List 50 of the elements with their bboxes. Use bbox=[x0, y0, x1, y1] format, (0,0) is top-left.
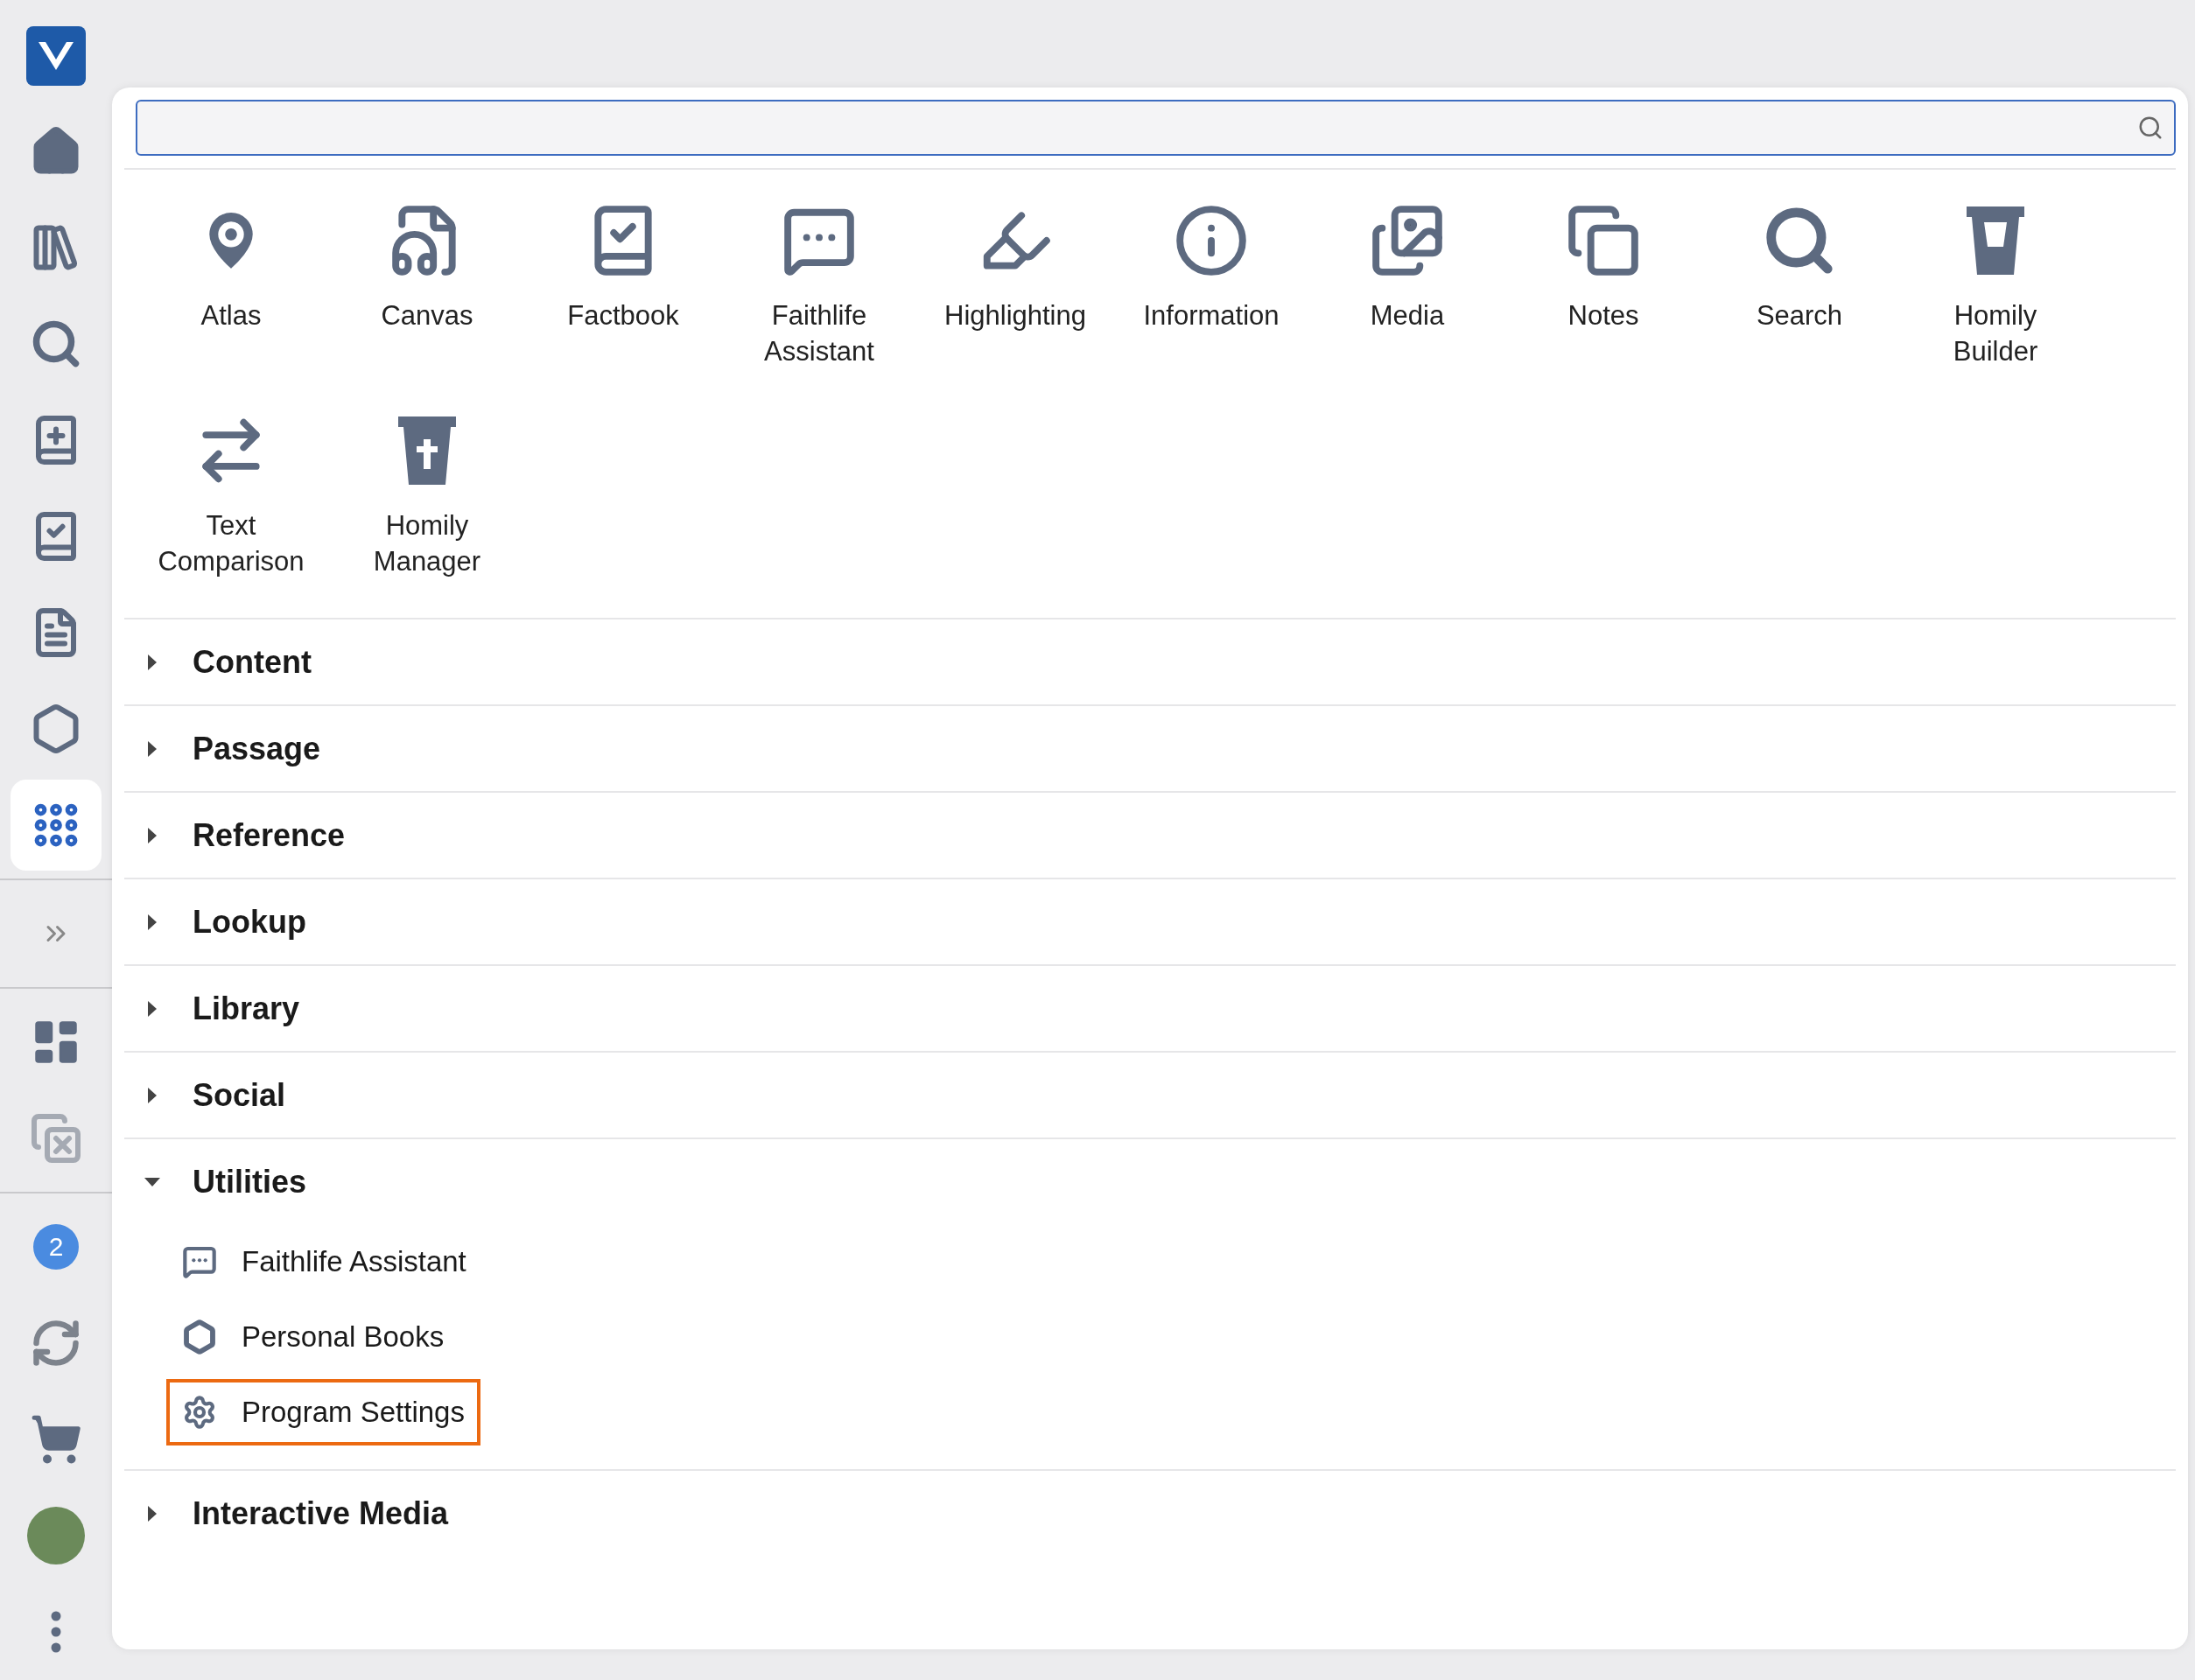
cart-icon bbox=[30, 1413, 82, 1466]
images-icon bbox=[1370, 203, 1445, 278]
tool-label: Faithlife Assistant bbox=[763, 299, 875, 368]
section-header[interactable]: Content bbox=[124, 620, 2176, 704]
tool-label: Atlas bbox=[200, 299, 262, 332]
stacked-pages-icon bbox=[1566, 203, 1641, 278]
tool-tile[interactable]: Search bbox=[1701, 203, 1897, 369]
tool-tile[interactable]: Homily Builder bbox=[1897, 203, 2093, 369]
tool-label: Text Comparison bbox=[157, 509, 305, 578]
tool-label: Media bbox=[1370, 299, 1445, 332]
tool-tile[interactable]: Atlas bbox=[133, 203, 329, 369]
search-icon bbox=[2137, 115, 2163, 141]
tool-tile[interactable]: Factbook bbox=[525, 203, 721, 369]
more-icon bbox=[51, 1611, 61, 1653]
tool-tile[interactable]: Highlighting bbox=[917, 203, 1113, 369]
tool-label: Homily Builder bbox=[1952, 299, 2039, 368]
hexagon-icon bbox=[182, 1320, 217, 1354]
section-header[interactable]: Lookup bbox=[124, 879, 2176, 964]
utility-item[interactable]: Personal Books bbox=[166, 1304, 460, 1370]
app-logo[interactable] bbox=[26, 26, 86, 86]
tool-label: Homily Manager bbox=[372, 509, 482, 578]
tool-tile[interactable]: Information bbox=[1113, 203, 1309, 369]
tool-tile[interactable]: Canvas bbox=[329, 203, 525, 369]
notification-badge: 2 bbox=[33, 1224, 79, 1270]
logo-icon bbox=[37, 40, 75, 72]
section-header[interactable]: Reference bbox=[124, 793, 2176, 878]
section-header[interactable]: Interactive Media bbox=[124, 1471, 2176, 1556]
section-header[interactable]: Utilities bbox=[124, 1139, 2176, 1224]
settings-icon bbox=[182, 1395, 217, 1430]
tool-label: Search bbox=[1756, 299, 1843, 332]
search-field[interactable] bbox=[136, 100, 2176, 156]
utility-item[interactable]: Faithlife Assistant bbox=[166, 1228, 482, 1295]
section-header[interactable]: Passage bbox=[124, 706, 2176, 791]
utility-item[interactable]: Program Settings bbox=[166, 1379, 480, 1446]
section-header[interactable]: Social bbox=[124, 1053, 2176, 1138]
tool-tile[interactable]: Notes bbox=[1505, 203, 1701, 369]
tool-tile[interactable]: Faithlife Assistant bbox=[721, 203, 917, 369]
tool-tile[interactable]: Homily Manager bbox=[329, 413, 525, 579]
close-windows-icon bbox=[30, 1112, 82, 1165]
tool-label: Factbook bbox=[567, 299, 679, 332]
sidebar-button[interactable] bbox=[11, 780, 102, 871]
tool-tile[interactable]: Media bbox=[1309, 203, 1505, 369]
tool-label: Information bbox=[1143, 299, 1280, 332]
tool-label: Notes bbox=[1567, 299, 1639, 332]
info-icon bbox=[1174, 203, 1249, 278]
tool-tile[interactable]: Text Comparison bbox=[133, 413, 329, 579]
chat-bubble-icon bbox=[182, 1244, 217, 1279]
section-header[interactable]: Library bbox=[124, 966, 2176, 1051]
tool-label: Canvas bbox=[381, 299, 473, 332]
tool-label: Highlighting bbox=[944, 299, 1086, 332]
